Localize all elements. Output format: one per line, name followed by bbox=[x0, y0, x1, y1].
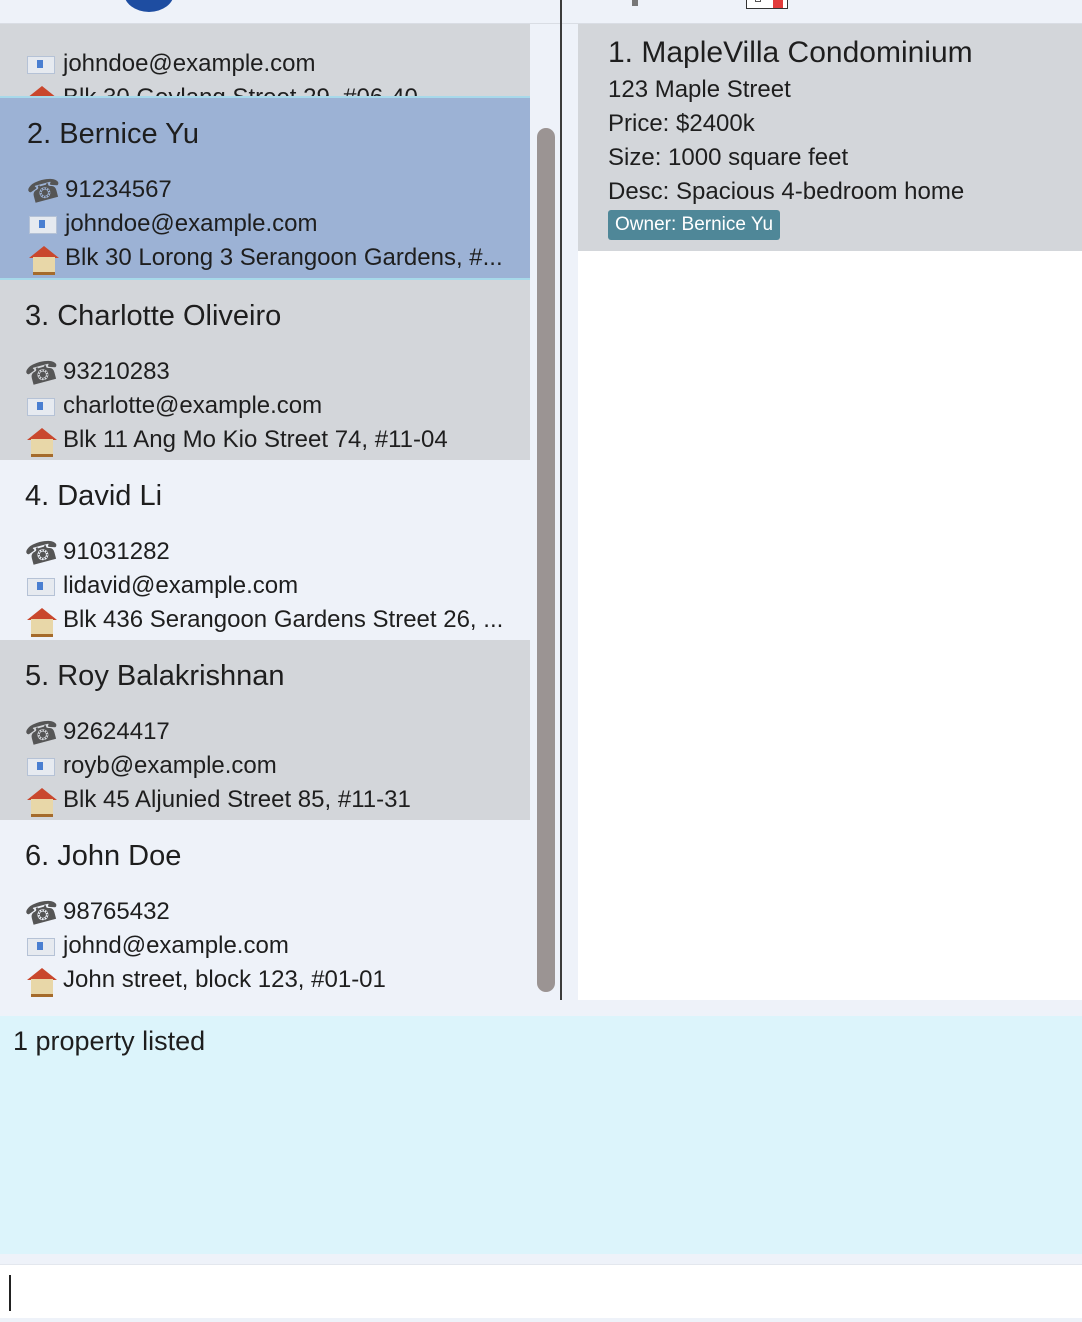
text-cursor bbox=[9, 1275, 11, 1311]
command-input[interactable] bbox=[14, 1265, 1074, 1319]
home-icon bbox=[25, 966, 57, 997]
home-icon bbox=[25, 426, 57, 457]
person-card[interactable]: 6. John Doe 98765432 johnd@example.com J… bbox=[0, 820, 530, 1000]
person-email: johnd@example.com bbox=[63, 932, 289, 959]
phone-icon bbox=[25, 718, 57, 746]
email-icon bbox=[25, 932, 57, 960]
person-name: 3. Charlotte Oliveiro bbox=[25, 300, 282, 332]
person-email: lidavid@example.com bbox=[63, 572, 299, 599]
result-display: 1 property listed bbox=[0, 1016, 1082, 1254]
person-phone: 93210283 bbox=[63, 358, 170, 385]
person-list[interactable]: johndoe@example.com Blk 30 Geylang Stree… bbox=[0, 24, 530, 1000]
person-phone-row: 98765432 bbox=[25, 898, 170, 926]
person-card[interactable]: 3. Charlotte Oliveiro 93210283 charlotte… bbox=[0, 280, 530, 460]
person-email-row: lidavid@example.com bbox=[25, 572, 298, 600]
person-address: Blk 30 Lorong 3 Serangoon Gardens, #... bbox=[65, 244, 503, 271]
app-window: johndoe@example.com Blk 30 Geylang Stree… bbox=[0, 0, 1082, 1322]
home-icon bbox=[25, 606, 57, 637]
home-icon bbox=[25, 786, 57, 817]
person-email-row: royb@example.com bbox=[25, 752, 277, 780]
property-size: Size: 1000 square feet bbox=[608, 144, 849, 171]
email-icon bbox=[25, 572, 57, 600]
person-name: 6. John Doe bbox=[25, 840, 182, 872]
phone-icon bbox=[25, 358, 57, 386]
person-phone-row: 91031282 bbox=[25, 538, 170, 566]
property-list[interactable]: 1. MapleVilla Condominium 123 Maple Stre… bbox=[578, 24, 1082, 1000]
result-message: 1 property listed bbox=[13, 1026, 206, 1056]
person-phone: 91031282 bbox=[63, 538, 170, 565]
building-icon bbox=[746, 0, 788, 9]
person-address: Blk 11 Ang Mo Kio Street 74, #11-04 bbox=[63, 426, 448, 453]
person-card[interactable]: 4. David Li 91031282 lidavid@example.com… bbox=[0, 460, 530, 640]
person-address-row: Blk 436 Serangoon Gardens Street 26, ... bbox=[25, 606, 504, 637]
panel-divider[interactable] bbox=[560, 0, 562, 1000]
person-avatar-icon bbox=[124, 0, 174, 12]
person-phone: 92624417 bbox=[63, 718, 170, 745]
email-icon bbox=[25, 752, 57, 780]
person-phone: 98765432 bbox=[63, 898, 170, 925]
person-card-selected[interactable]: 2. Bernice Yu 91234567 johndoe@example.c… bbox=[0, 96, 530, 280]
command-box[interactable] bbox=[0, 1264, 1082, 1319]
person-phone: 91234567 bbox=[65, 176, 172, 203]
property-address: 123 Maple Street bbox=[608, 76, 791, 103]
property-name: 1. MapleVilla Condominium bbox=[608, 36, 973, 69]
person-address: Blk 45 Aljunied Street 85, #11-31 bbox=[63, 786, 411, 813]
email-icon bbox=[25, 392, 57, 420]
phone-icon bbox=[27, 176, 59, 204]
person-phone-row: 92624417 bbox=[25, 718, 170, 746]
property-list-header bbox=[562, 0, 1082, 24]
property-price: Price: $2400k bbox=[608, 110, 755, 137]
person-phone-row: 91234567 bbox=[27, 176, 172, 204]
person-email: johndoe@example.com bbox=[63, 50, 316, 77]
property-description: Desc: Spacious 4-bedroom home bbox=[608, 178, 965, 205]
home-icon bbox=[27, 244, 59, 275]
person-email-row: charlotte@example.com bbox=[25, 392, 322, 420]
person-name: 4. David Li bbox=[25, 480, 163, 512]
email-icon bbox=[25, 50, 57, 78]
phone-icon bbox=[25, 898, 57, 926]
property-card[interactable]: 1. MapleVilla Condominium 123 Maple Stre… bbox=[578, 24, 1082, 251]
phone-icon bbox=[25, 538, 57, 566]
person-address: John street, block 123, #01-01 bbox=[63, 966, 386, 993]
person-email-row: johndoe@example.com bbox=[27, 210, 318, 238]
person-name: 5. Roy Balakrishnan bbox=[25, 660, 285, 692]
email-icon bbox=[27, 210, 59, 238]
owner-tag: Owner: Bernice Yu bbox=[608, 210, 781, 240]
person-address-row: Blk 11 Ang Mo Kio Street 74, #11-04 bbox=[25, 426, 448, 457]
person-email: royb@example.com bbox=[63, 752, 277, 779]
person-email-row: johnd@example.com bbox=[25, 932, 289, 960]
person-address-row: Blk 45 Aljunied Street 85, #11-31 bbox=[25, 786, 411, 817]
person-address: Blk 436 Serangoon Gardens Street 26, ... bbox=[63, 606, 504, 633]
person-card[interactable]: 5. Roy Balakrishnan 92624417 royb@exampl… bbox=[0, 640, 530, 820]
header-title-fragment bbox=[632, 0, 638, 6]
person-address-row: John street, block 123, #01-01 bbox=[25, 966, 386, 997]
person-email: johndoe@example.com bbox=[65, 210, 318, 237]
person-name: 2. Bernice Yu bbox=[27, 118, 199, 150]
person-email: charlotte@example.com bbox=[63, 392, 323, 419]
person-email-row: johndoe@example.com bbox=[25, 50, 316, 78]
person-list-header bbox=[0, 0, 560, 24]
scrollbar-thumb[interactable] bbox=[537, 128, 555, 992]
person-address-row: Blk 30 Lorong 3 Serangoon Gardens, #... bbox=[27, 244, 503, 275]
person-phone-row: 93210283 bbox=[25, 358, 170, 386]
